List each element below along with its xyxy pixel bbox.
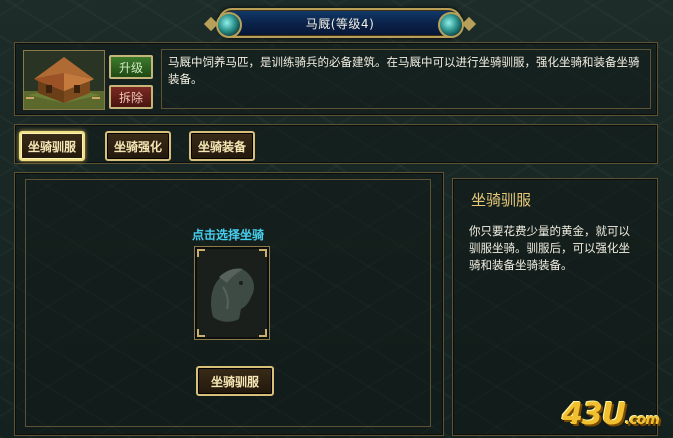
help-text: 你只要花费少量的黄金，就可以驯服坐骑。驯服后，可以强化坐骑和装备坐骑装备。 xyxy=(469,224,630,272)
slot-corner xyxy=(197,249,205,257)
window-title-bar: 马厩(等级4) xyxy=(203,8,477,38)
horse-head-silhouette-icon xyxy=(211,268,254,322)
site-watermark-logo: 43U.com xyxy=(562,397,660,432)
title-orb-left-icon xyxy=(216,12,242,38)
tame-mount-button[interactable]: 坐骑驯服 xyxy=(196,366,274,396)
building-info-panel: 升级 拆除 马厩中饲养马匹，是训练骑兵的必备建筑。在马厩中可以进行坐骑驯服，强化… xyxy=(14,42,658,116)
tab-mount-enhance[interactable]: 坐骑强化 xyxy=(105,131,171,161)
title-orb-right-icon xyxy=(438,12,464,38)
slot-corner xyxy=(197,329,205,337)
window-title: 马厩(等级4) xyxy=(305,16,375,31)
select-mount-prompt[interactable]: 点击选择坐骑 xyxy=(26,226,430,243)
mount-slot[interactable] xyxy=(194,246,270,340)
function-tabs-bar: 坐骑驯服 坐骑强化 坐骑装备 xyxy=(14,124,658,164)
tab-mount-equip[interactable]: 坐骑装备 xyxy=(189,131,255,161)
slot-corner xyxy=(259,249,267,257)
tame-work-area: 点击选择坐骑 坐骑驯服 xyxy=(25,179,431,427)
stable-building-icon xyxy=(23,50,105,110)
building-description: 马厩中饲养马匹，是训练骑兵的必备建筑。在马厩中可以进行坐骑驯服，强化坐骑和装备坐… xyxy=(161,49,651,109)
watermark-main: 43U xyxy=(562,397,626,432)
watermark-suffix: .com xyxy=(625,412,660,428)
upgrade-button[interactable]: 升级 xyxy=(109,55,153,79)
tame-work-panel: 点击选择坐骑 坐骑驯服 xyxy=(14,172,444,436)
demolish-button[interactable]: 拆除 xyxy=(109,85,153,109)
tab-mount-tame[interactable]: 坐骑驯服 xyxy=(19,131,85,161)
slot-corner xyxy=(259,329,267,337)
help-title: 坐骑驯服 xyxy=(471,191,532,209)
